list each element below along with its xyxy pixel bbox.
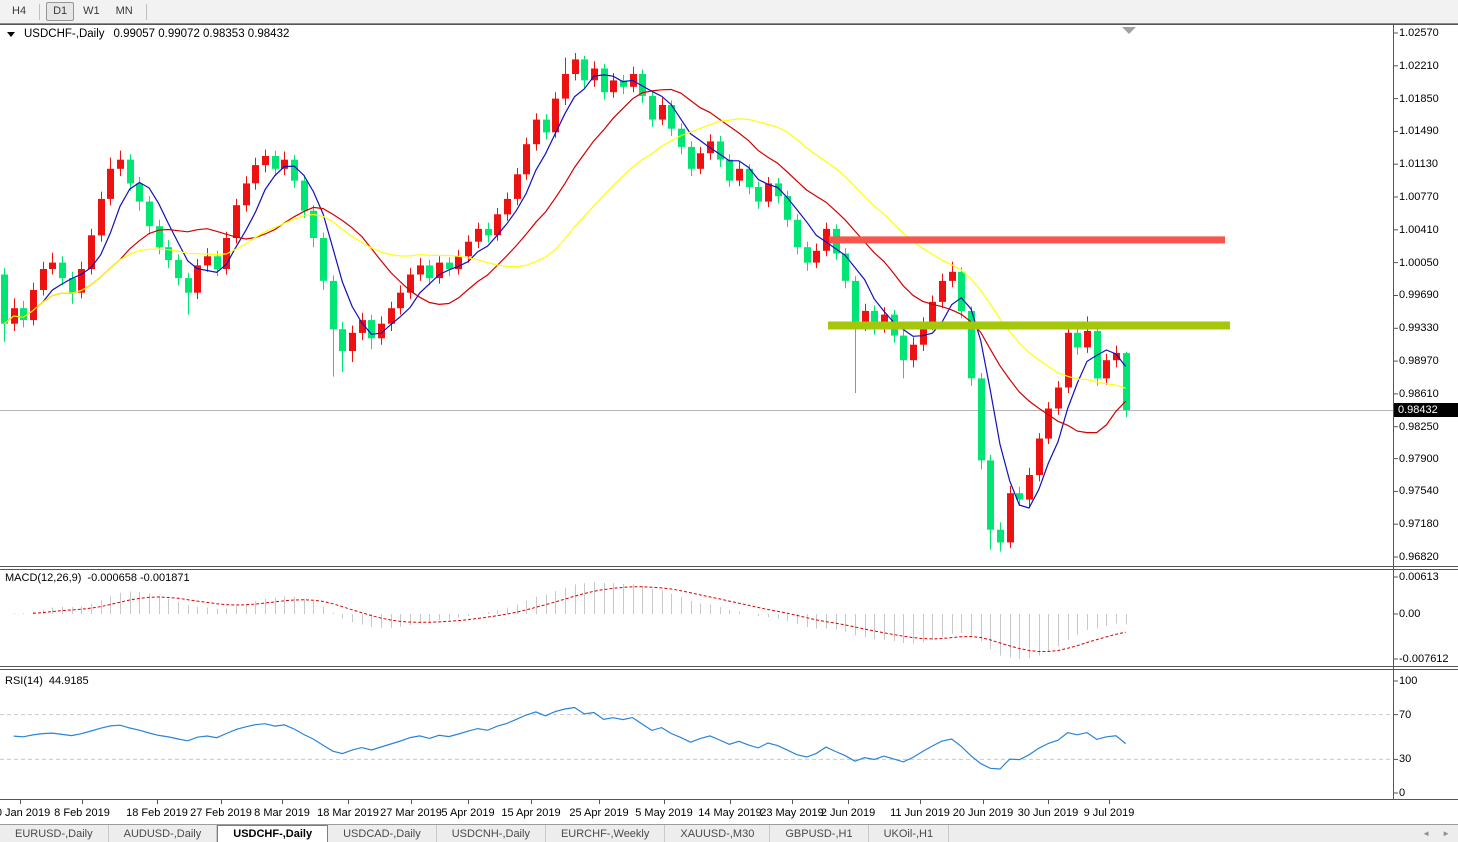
rsi-axis-label: 30 <box>1399 753 1411 765</box>
date-axis-label: 5 Apr 2019 <box>441 807 494 819</box>
chart-tab-gbpusd[interactable]: GBPUSD-,H1 <box>770 825 868 842</box>
chart-tab-audusd[interactable]: AUDUSD-,Daily <box>109 825 218 842</box>
date-axis-label: 23 May 2019 <box>760 807 824 819</box>
chart-tab-bar: EURUSD-,DailyAUDUSD-,DailyUSDCHF-,DailyU… <box>0 824 1458 842</box>
date-axis-label: 5 May 2019 <box>635 807 692 819</box>
price-axis-label: 0.98610 <box>1399 388 1439 400</box>
rsi-axis-label: 100 <box>1399 675 1417 687</box>
date-axis-label: 27 Feb 2019 <box>190 807 252 819</box>
tab-scroll-left-icon[interactable]: ◄ <box>1422 829 1430 838</box>
chart-symbol-label: USDCHF-,Daily <box>24 28 105 40</box>
date-axis-label: 18 Mar 2019 <box>317 807 379 819</box>
price-axis-label: 1.01130 <box>1399 158 1438 170</box>
price-axis-label: 0.98970 <box>1399 355 1439 367</box>
price-axis-label: 1.00050 <box>1399 257 1439 269</box>
chart-tab-usdchf[interactable]: USDCHF-,Daily <box>217 825 328 842</box>
price-axis-label: 0.97540 <box>1399 485 1439 497</box>
date-axis-label: 2 Jun 2019 <box>821 807 875 819</box>
rsi-value: 44.9185 <box>49 675 89 687</box>
chart-tab-ukoil[interactable]: UKOil-,H1 <box>869 825 950 842</box>
date-axis-label: 25 Apr 2019 <box>569 807 628 819</box>
tab-scroll-right-icon[interactable]: ► <box>1442 829 1450 838</box>
date-axis-label: 11 Jun 2019 <box>890 807 950 819</box>
chart-dropdown-icon[interactable] <box>7 32 15 37</box>
mt4-window: H4 D1 W1 MN USDCHF-,Daily 0.99057 0.9907… <box>0 0 1458 842</box>
scroll-to-end-icon <box>1122 27 1136 34</box>
price-axis-label: 0.97180 <box>1399 518 1439 530</box>
date-axis-label: 15 Apr 2019 <box>501 807 560 819</box>
price-axis-label: 0.99690 <box>1399 289 1439 301</box>
rsi-axis-label: 70 <box>1399 709 1411 721</box>
price-axis-label: 0.98250 <box>1399 421 1439 433</box>
chart-tab-xauusd[interactable]: XAUUSD-,M30 <box>665 825 770 842</box>
price-axis-label: 0.97900 <box>1399 453 1439 465</box>
current-price-badge: 0.98432 <box>1394 403 1458 417</box>
macd-axis-label: -0.007612 <box>1399 653 1449 665</box>
price-axis-label: 0.96820 <box>1399 551 1439 563</box>
price-axis-label: 1.01850 <box>1399 93 1439 105</box>
date-axis-label: 9 Jul 2019 <box>1084 807 1135 819</box>
macd-label: MACD(12,26,9) -0.000658 -0.001871 <box>5 572 190 584</box>
macd-values: -0.000658 -0.001871 <box>87 572 189 584</box>
chart-tab-eurusd[interactable]: EURUSD-,Daily <box>0 825 109 842</box>
price-axis-label: 0.99330 <box>1399 322 1439 334</box>
macd-name: MACD(12,26,9) <box>5 572 81 584</box>
date-axis-label: 8 Mar 2019 <box>254 807 310 819</box>
rsi-name: RSI(14) <box>5 675 43 687</box>
macd-axis-label: 0.00613 <box>1399 571 1439 583</box>
chart-title: USDCHF-,Daily 0.99057 0.99072 0.98353 0.… <box>7 28 289 40</box>
date-axis-label: 18 Feb 2019 <box>126 807 188 819</box>
rsi-axis-label: 0 <box>1399 787 1405 799</box>
price-axis-label: 1.01490 <box>1399 125 1439 137</box>
chart-overlay: USDCHF-,Daily 0.99057 0.99072 0.98353 0.… <box>0 0 1458 842</box>
chart-tab-eurchf[interactable]: EURCHF-,Weekly <box>546 825 665 842</box>
chart-tabs: EURUSD-,DailyAUDUSD-,DailyUSDCHF-,DailyU… <box>0 825 949 842</box>
tab-scroll-arrows: ◄ ► <box>1422 825 1458 842</box>
date-axis-label: 27 Mar 2019 <box>380 807 442 819</box>
chart-ohlc-values: 0.99057 0.99072 0.98353 0.98432 <box>114 28 290 40</box>
chart-tab-usdcad[interactable]: USDCAD-,Daily <box>328 825 437 842</box>
date-axis-label: 20 Jun 2019 <box>953 807 1014 819</box>
price-axis-label: 1.00410 <box>1399 224 1439 236</box>
price-axis-label: 1.00770 <box>1399 191 1439 203</box>
date-axis-label: 30 Jun 2019 <box>1018 807 1079 819</box>
date-axis-label: 8 Feb 2019 <box>54 807 110 819</box>
macd-axis-label: 0.00 <box>1399 608 1420 620</box>
date-axis-label: 14 May 2019 <box>698 807 762 819</box>
price-axis-label: 1.02210 <box>1399 60 1439 72</box>
rsi-label: RSI(14) 44.9185 <box>5 675 89 687</box>
price-axis-label: 1.02570 <box>1399 27 1439 39</box>
chart-tab-usdcnh[interactable]: USDCNH-,Daily <box>437 825 546 842</box>
date-axis-label: 30 Jan 2019 <box>0 807 50 819</box>
